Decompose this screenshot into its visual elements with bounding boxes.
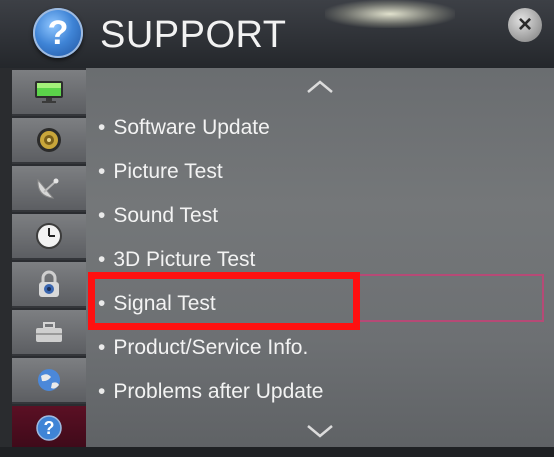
sidebar-item-time[interactable]: [12, 214, 86, 260]
tv-picture-icon: [35, 81, 63, 103]
page-title: SUPPORT: [100, 14, 287, 56]
menu-item-label: 3D Picture Test: [113, 248, 256, 271]
sidebar-item-support[interactable]: ?: [12, 406, 86, 452]
menu-item-software-update[interactable]: • Software Update: [98, 110, 270, 146]
menu-item-label: Problems after Update: [113, 380, 324, 403]
focus-highlight: [356, 274, 544, 322]
menu-item-label: Software Update: [113, 116, 270, 139]
help-support-symbol: ?: [43, 418, 55, 438]
help-icon: ?: [33, 8, 83, 58]
clock-time-icon: [36, 223, 62, 249]
sidebar-item-network[interactable]: [12, 358, 86, 404]
sidebar-item-option[interactable]: [12, 310, 86, 356]
menu-item-problems-after-update[interactable]: • Problems after Update: [98, 374, 323, 410]
menu-item-product-service-info[interactable]: • Product/Service Info.: [98, 330, 308, 366]
menu-item-sound-test[interactable]: • Sound Test: [98, 198, 218, 234]
close-button[interactable]: ×: [508, 8, 542, 42]
lock-icon: [39, 270, 59, 297]
satellite-dish-icon: [37, 178, 59, 199]
sidebar-item-picture[interactable]: [12, 70, 86, 116]
menu-item-label: Sound Test: [113, 204, 219, 227]
screen-glare: [325, 0, 455, 28]
sidebar-item-lock[interactable]: [12, 262, 86, 308]
menu-item-label: Picture Test: [113, 160, 223, 183]
sidebar: ?: [12, 68, 86, 457]
bullet: •: [98, 248, 106, 271]
scroll-down-arrow-icon[interactable]: [300, 420, 340, 442]
menu-item-picture-test[interactable]: • Picture Test: [98, 154, 223, 190]
bullet: •: [98, 380, 106, 403]
screen-bezel-bottom: [0, 447, 554, 457]
globe-network-icon: [38, 369, 60, 391]
sidebar-item-channel[interactable]: [12, 166, 86, 212]
toolbox-option-icon: [36, 322, 62, 342]
scroll-up-arrow-icon[interactable]: [300, 76, 340, 98]
header-bar: ? SUPPORT ×: [0, 0, 554, 68]
bullet: •: [98, 116, 106, 139]
bullet: •: [98, 336, 106, 359]
support-menu-panel: • Software Update • Picture Test • Sound Te…: [86, 68, 554, 457]
highlight-annotation-box: [88, 272, 360, 330]
bullet: •: [98, 160, 106, 183]
bullet: •: [98, 204, 106, 227]
speaker-audio-icon: [37, 128, 61, 152]
menu-item-label: Product/Service Info.: [113, 336, 309, 359]
sidebar-item-audio[interactable]: [12, 118, 86, 164]
